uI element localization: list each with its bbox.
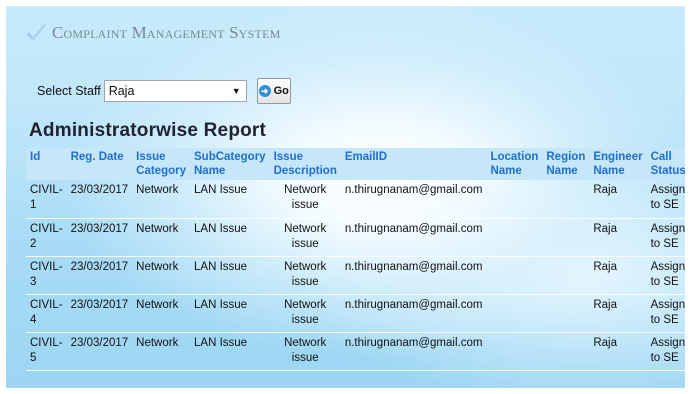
cell-call-status: Assign to SE <box>646 256 685 295</box>
app-header: Complaint Management System <box>24 22 280 44</box>
staff-select-value: Raja <box>108 84 135 98</box>
cell-email: n.thirugnanam@gmail.com <box>340 294 487 333</box>
cell-location <box>486 180 543 219</box>
cell-region <box>542 180 590 219</box>
cell-region <box>542 332 590 371</box>
cell-engineer: Raja <box>589 332 647 371</box>
cell-reg-date: 23/03/2017 <box>66 218 133 257</box>
cell-engineer: Raja <box>589 180 647 219</box>
column-header-subcategory-name: SubCategory Name <box>190 148 270 180</box>
table-row: CIVIL-1 23/03/2017 Network LAN Issue Net… <box>26 180 685 219</box>
cell-description: Network issue <box>269 294 341 333</box>
cell-id: CIVIL-4 <box>26 294 67 333</box>
cell-engineer: Raja <box>589 294 647 333</box>
cell-issue-category: Network <box>132 180 190 219</box>
column-header-issue-category: Issue Category <box>132 148 190 180</box>
arrow-right-circle-icon: ➜ <box>258 85 271 97</box>
table-row: CIVIL-5 23/03/2017 Network LAN Issue Net… <box>26 332 685 371</box>
cell-id: CIVIL-1 <box>26 180 67 219</box>
cell-call-status: Assign to SE <box>646 294 685 333</box>
cell-subcategory: LAN Issue <box>190 256 270 295</box>
cell-call-status: Assign to SE <box>646 332 685 371</box>
dropdown-arrow-icon: ▼ <box>231 86 241 96</box>
app-title: Complaint Management System <box>52 23 281 42</box>
go-button[interactable]: ➜ Go <box>256 78 291 104</box>
cell-reg-date: 23/03/2017 <box>66 180 133 219</box>
report-heading: Administratorwise Report <box>29 120 267 141</box>
cell-issue-category: Network <box>132 294 190 333</box>
page-background: Complaint Management System Select Staff… <box>6 6 685 388</box>
cell-engineer: Raja <box>589 256 647 295</box>
cell-region <box>542 256 590 295</box>
cell-issue-category: Network <box>132 256 190 295</box>
cell-subcategory: LAN Issue <box>190 218 270 257</box>
go-button-label: Go <box>273 85 289 97</box>
cell-region <box>542 218 590 257</box>
cell-email: n.thirugnanam@gmail.com <box>340 180 487 219</box>
staff-select[interactable]: Raja ▼ <box>103 80 247 102</box>
cell-reg-date: 23/03/2017 <box>66 332 133 371</box>
cell-subcategory: LAN Issue <box>190 180 270 219</box>
column-header-id: Id <box>26 148 67 180</box>
cell-subcategory: LAN Issue <box>190 332 270 371</box>
cell-region <box>542 294 590 333</box>
cell-description: Network issue <box>269 332 341 371</box>
cell-reg-date: 23/03/2017 <box>66 256 133 295</box>
report-table: Id Reg. Date Issue Category SubCategory … <box>26 148 685 371</box>
cell-email: n.thirugnanam@gmail.com <box>340 332 487 371</box>
column-header-call-status: Call Status <box>646 148 685 180</box>
cell-issue-category: Network <box>132 218 190 257</box>
column-header-issue-description: Issue Description <box>269 148 341 180</box>
cell-description: Network issue <box>269 218 341 257</box>
cell-id: CIVIL-2 <box>26 218 67 257</box>
cell-email: n.thirugnanam@gmail.com <box>340 218 487 257</box>
cell-engineer: Raja <box>589 218 647 257</box>
cell-location <box>486 256 543 295</box>
cell-email: n.thirugnanam@gmail.com <box>340 256 487 295</box>
column-header-email-id: EmailID <box>340 148 487 180</box>
column-header-engineer-name: Engineer Name <box>589 148 647 180</box>
column-header-reg-date: Reg. Date <box>66 148 133 180</box>
staff-filter: Select Staff Raja ▼ ➜ Go <box>37 78 291 104</box>
cell-location <box>486 218 543 257</box>
table-row: CIVIL-3 23/03/2017 Network LAN Issue Net… <box>26 256 685 295</box>
table-row: CIVIL-4 23/03/2017 Network LAN Issue Net… <box>26 294 685 333</box>
cell-description: Network issue <box>269 256 341 295</box>
column-header-location-name: Location Name <box>486 148 543 180</box>
cell-call-status: Assign to SE <box>646 218 685 257</box>
cell-location <box>486 294 543 333</box>
column-header-region-name: Region Name <box>542 148 590 180</box>
cell-reg-date: 23/03/2017 <box>66 294 133 333</box>
table-header-row: Id Reg. Date Issue Category SubCategory … <box>26 148 685 180</box>
select-staff-label: Select Staff <box>37 84 101 98</box>
cell-description: Network issue <box>269 180 341 219</box>
cell-call-status: Assign to SE <box>646 180 685 219</box>
cell-id: CIVIL-3 <box>26 256 67 295</box>
checkmark-icon <box>26 24 46 41</box>
cell-issue-category: Network <box>132 332 190 371</box>
cell-id: CIVIL-5 <box>26 332 67 371</box>
cell-subcategory: LAN Issue <box>190 294 270 333</box>
table-row: CIVIL-2 23/03/2017 Network LAN Issue Net… <box>26 218 685 257</box>
cell-location <box>486 332 543 371</box>
